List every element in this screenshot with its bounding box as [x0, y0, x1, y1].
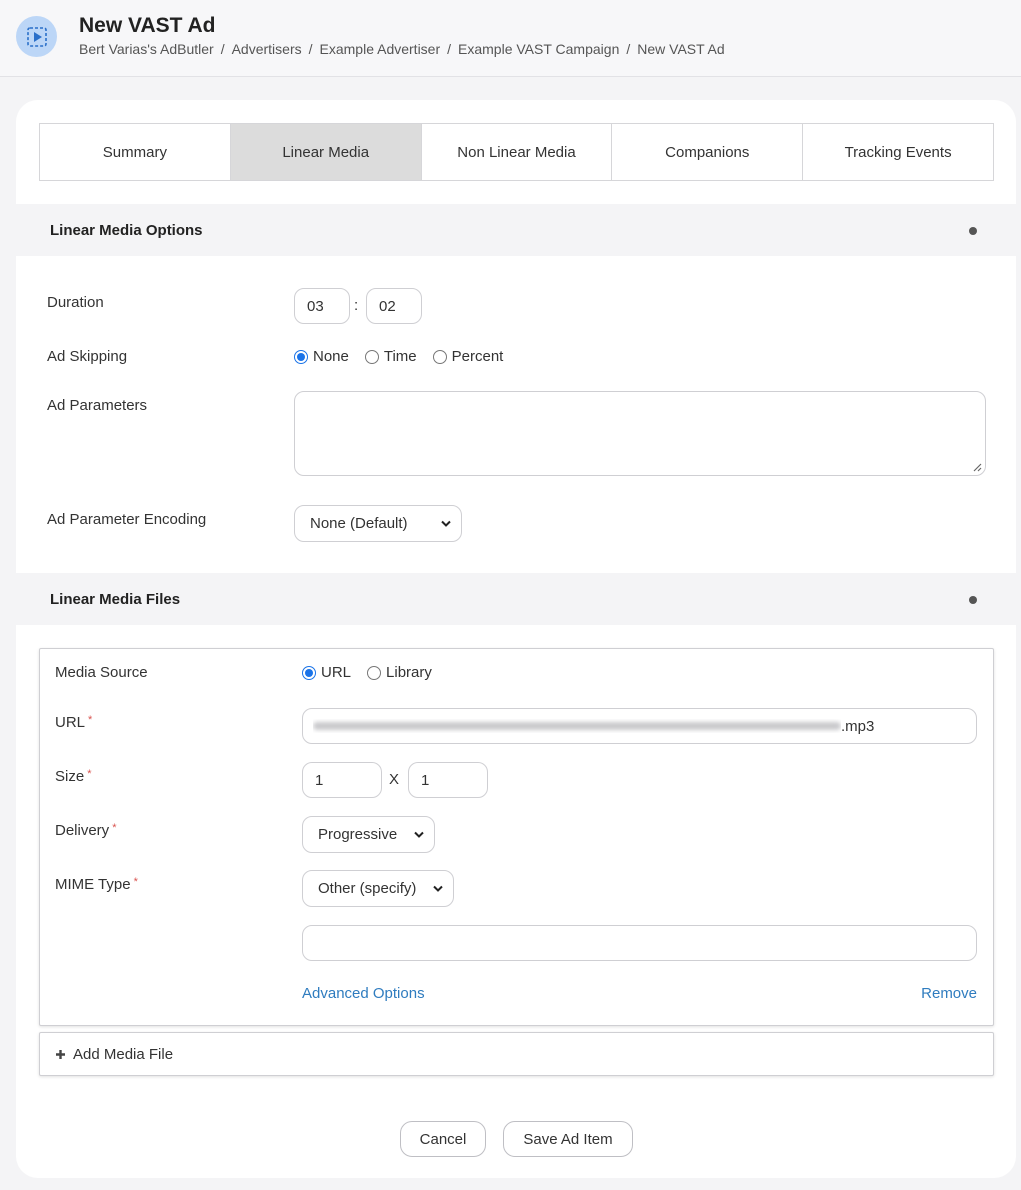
label-text: Delivery — [55, 822, 110, 839]
radio-unchecked-icon — [364, 349, 379, 364]
mime-type-select[interactable]: Other (specify) — [302, 870, 454, 907]
radio-label: URL — [321, 664, 352, 681]
encoding-select[interactable]: None (Default) — [294, 505, 462, 542]
delivery-select[interactable]: Progressive — [302, 816, 435, 853]
section-header-files[interactable]: Linear Media Files — [16, 573, 1016, 625]
resize-handle-icon[interactable] — [972, 462, 982, 472]
chevron-down-icon — [441, 520, 451, 527]
select-value: None (Default) — [310, 515, 408, 532]
advanced-options-link[interactable]: Advanced Options — [302, 985, 425, 1002]
cancel-button[interactable]: Cancel — [400, 1121, 486, 1157]
radio-checked-icon — [294, 349, 308, 364]
media-file-panel: Media Source URL Library URL * .mp3 Size *… — [39, 648, 994, 1026]
radio-label: Percent — [451, 348, 504, 365]
section-title: Linear Media Options — [50, 221, 203, 239]
label-text: URL — [55, 714, 86, 731]
radio-unchecked-icon — [432, 349, 447, 364]
tab-companions[interactable]: Companions — [612, 124, 804, 180]
save-ad-item-button[interactable]: Save Ad Item — [503, 1121, 633, 1157]
page-title: New VAST Ad — [79, 14, 216, 37]
section-title: Linear Media Files — [50, 590, 181, 608]
chevron-down-icon — [414, 831, 424, 838]
size-label: Size * — [55, 768, 91, 785]
ad-skipping-radio-group: None Time Percent — [294, 348, 519, 365]
breadcrumb-item[interactable]: Example VAST Campaign — [458, 41, 619, 57]
breadcrumb-item[interactable]: Advertisers — [232, 41, 302, 57]
required-marker: * — [87, 768, 92, 780]
breadcrumb-item-current: New VAST Ad — [637, 41, 725, 57]
section-header-options[interactable]: Linear Media Options — [16, 204, 1016, 256]
ad-skipping-label: Ad Skipping — [47, 348, 128, 365]
breadcrumb-item[interactable]: Bert Varias's AdButler — [79, 41, 214, 57]
collapse-dot-icon[interactable] — [969, 227, 977, 235]
required-marker: * — [112, 822, 117, 834]
media-source-library-radio[interactable]: Library — [367, 664, 432, 681]
radio-label: Library — [386, 664, 432, 681]
skipping-none-radio[interactable]: None — [294, 348, 349, 365]
radio-unchecked-icon — [367, 665, 382, 680]
radio-label: None — [313, 348, 349, 365]
video-play-icon — [16, 16, 57, 57]
plus-icon — [56, 1049, 65, 1059]
size-width-input[interactable]: 1 — [302, 762, 382, 798]
delivery-label: Delivery * — [55, 822, 116, 839]
url-suffix: .mp3 — [841, 717, 875, 735]
breadcrumb: Bert Varias's AdButler / Advertisers / Examp… — [79, 41, 725, 57]
duration-seconds-input[interactable]: 02 — [366, 288, 422, 324]
select-value: Other (specify) — [318, 880, 417, 897]
required-marker: * — [133, 876, 138, 888]
duration-label: Duration — [47, 294, 104, 311]
ad-editor-card: Summary Linear Media Non Linear Media Co… — [16, 100, 1016, 1178]
encoding-label: Ad Parameter Encoding — [47, 511, 207, 528]
required-marker: * — [88, 714, 93, 726]
label-text: Size — [55, 768, 85, 785]
remove-link[interactable]: Remove — [921, 985, 977, 1002]
tab-non-linear-media[interactable]: Non Linear Media — [422, 124, 613, 180]
size-height-input[interactable]: 1 — [408, 762, 488, 798]
size-separator: X — [389, 771, 400, 788]
skipping-time-radio[interactable]: Time — [364, 348, 417, 365]
tab-tracking-events[interactable]: Tracking Events — [803, 124, 993, 180]
select-value: Progressive — [318, 826, 398, 843]
add-media-label: Add Media File — [73, 1045, 174, 1063]
redacted-url-text — [313, 722, 841, 730]
duration-minutes-input[interactable]: 03 — [294, 288, 350, 324]
label-text: MIME Type — [55, 876, 131, 893]
radio-checked-icon — [302, 665, 316, 680]
tab-bar: Summary Linear Media Non Linear Media Co… — [39, 123, 994, 181]
radio-label: Time — [383, 348, 417, 365]
page-header: New VAST Ad Bert Varias's AdButler / Adver… — [0, 0, 1021, 77]
collapse-dot-icon[interactable] — [969, 596, 977, 604]
add-media-file-button[interactable]: Add Media File — [39, 1032, 994, 1076]
breadcrumb-item[interactable]: Example Advertiser — [320, 41, 441, 57]
chevron-down-icon — [433, 885, 443, 892]
ad-parameters-label: Ad Parameters — [47, 397, 148, 414]
mime-type-custom-input[interactable] — [302, 925, 977, 961]
media-source-url-radio[interactable]: URL — [302, 664, 351, 681]
url-input[interactable]: .mp3 — [302, 708, 977, 744]
tab-linear-media[interactable]: Linear Media — [230, 124, 422, 180]
duration-separator: : — [354, 297, 359, 314]
ad-parameters-textarea[interactable] — [294, 391, 986, 476]
media-source-radio-group: URL Library — [302, 664, 448, 681]
url-label: URL * — [55, 714, 92, 731]
media-source-label: Media Source — [55, 664, 148, 681]
skipping-percent-radio[interactable]: Percent — [432, 348, 504, 365]
tab-summary[interactable]: Summary — [40, 124, 231, 180]
mime-type-label: MIME Type * — [55, 876, 138, 893]
